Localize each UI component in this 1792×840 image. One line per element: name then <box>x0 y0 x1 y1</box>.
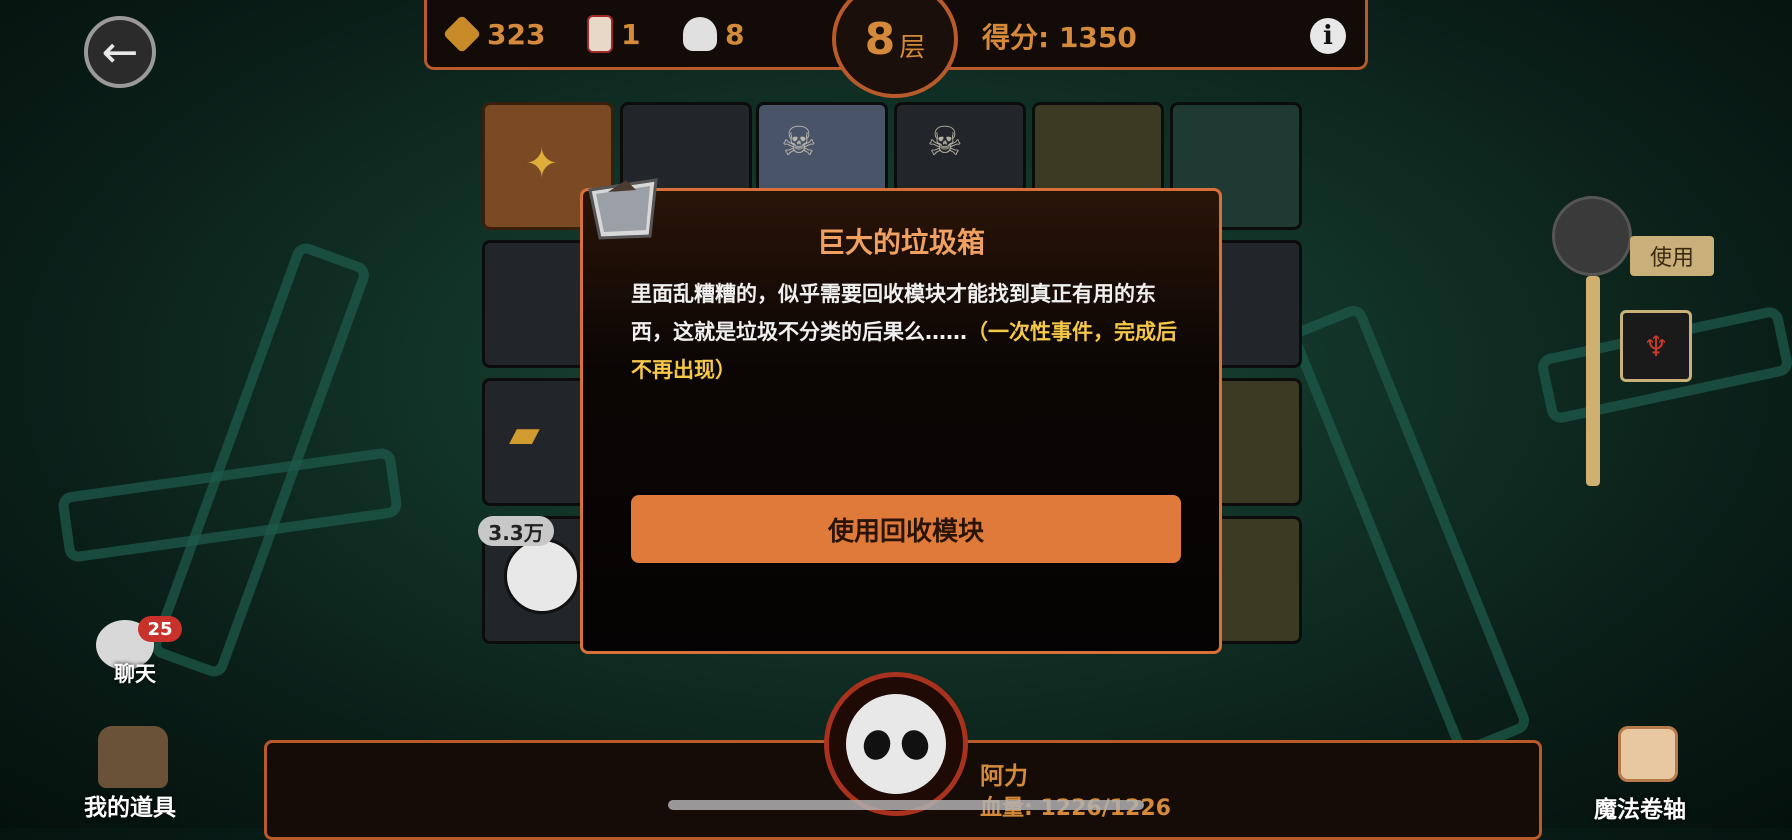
trash-bin-icon <box>588 178 658 240</box>
rice-ball-counter: 8 <box>683 14 744 54</box>
event-dialog: 巨大的垃圾箱 里面乱糟糟的，似乎需要回收模块才能找到真正有用的东西，这就是垃圾不… <box>580 188 1222 654</box>
home-indicator[interactable] <box>668 800 1144 810</box>
skull-icon: ☠ <box>781 119 817 165</box>
scroll-ticket-icon <box>587 15 613 53</box>
chat-label: 聊天 <box>114 662 156 686</box>
player-avatar[interactable] <box>824 672 968 816</box>
scroll-ticket-counter: 1 <box>587 14 640 54</box>
floor-number: 8 <box>864 13 896 65</box>
my-items-label: 我的道具 <box>84 795 176 821</box>
floor-unit: 层 <box>899 32 926 63</box>
magic-scroll-label: 魔法卷轴 <box>1594 797 1686 823</box>
magic-scroll-button[interactable]: 魔法卷轴 <box>1594 726 1714 826</box>
score-display: 得分: 1350 <box>982 21 1137 54</box>
totem-pole <box>1586 276 1600 486</box>
dialog-title: 巨大的垃圾箱 <box>816 226 985 259</box>
player-name: 阿力 <box>980 762 1028 790</box>
info-button[interactable]: i <box>1310 18 1346 54</box>
panda-eye <box>859 726 895 764</box>
dialog-body: 里面乱糟糟的，似乎需要回收模块才能找到真正有用的东西，这就是垃圾不分类的后果么…… <box>631 275 1179 389</box>
gold-ore-counter: 323 <box>442 14 546 54</box>
backpack-icon <box>98 726 168 788</box>
use-button[interactable]: 使用 <box>1630 236 1714 276</box>
rice-ball-icon <box>683 17 717 51</box>
my-items-button[interactable]: 我的道具 <box>84 726 194 826</box>
panda-eye <box>897 726 933 764</box>
back-button[interactable]: ← <box>84 16 156 88</box>
use-recycle-module-button[interactable]: 使用回收模块 <box>631 495 1181 563</box>
skull-icon: ☠ <box>927 119 963 165</box>
pendulum-icon: ♆ <box>1643 329 1669 363</box>
chat-unread-badge: 25 <box>138 616 182 642</box>
enemy-power-badge: 3.3万 <box>478 516 554 546</box>
gold-ore-value: 323 <box>487 17 546 51</box>
chain-decoration <box>1286 301 1534 759</box>
magic-scroll-icon <box>1618 726 1678 782</box>
locked-crate-icon: ✦ <box>525 141 559 187</box>
enemy-monster-icon[interactable] <box>504 538 580 614</box>
chat-button[interactable]: 25 聊天 <box>96 616 182 686</box>
scroll-ticket-value: 1 <box>621 17 641 51</box>
panda-avatar-icon <box>846 694 946 794</box>
gold-bars-icon: ▰ <box>509 411 540 457</box>
floor-indicator: 8 层 <box>832 0 958 98</box>
rice-ball-value: 8 <box>725 17 745 51</box>
dog-totem-icon[interactable] <box>1552 196 1632 276</box>
gold-ore-icon <box>442 14 482 54</box>
equipped-item-slot[interactable]: ♆ <box>1620 310 1692 382</box>
back-arrow-icon: ← <box>101 26 139 78</box>
